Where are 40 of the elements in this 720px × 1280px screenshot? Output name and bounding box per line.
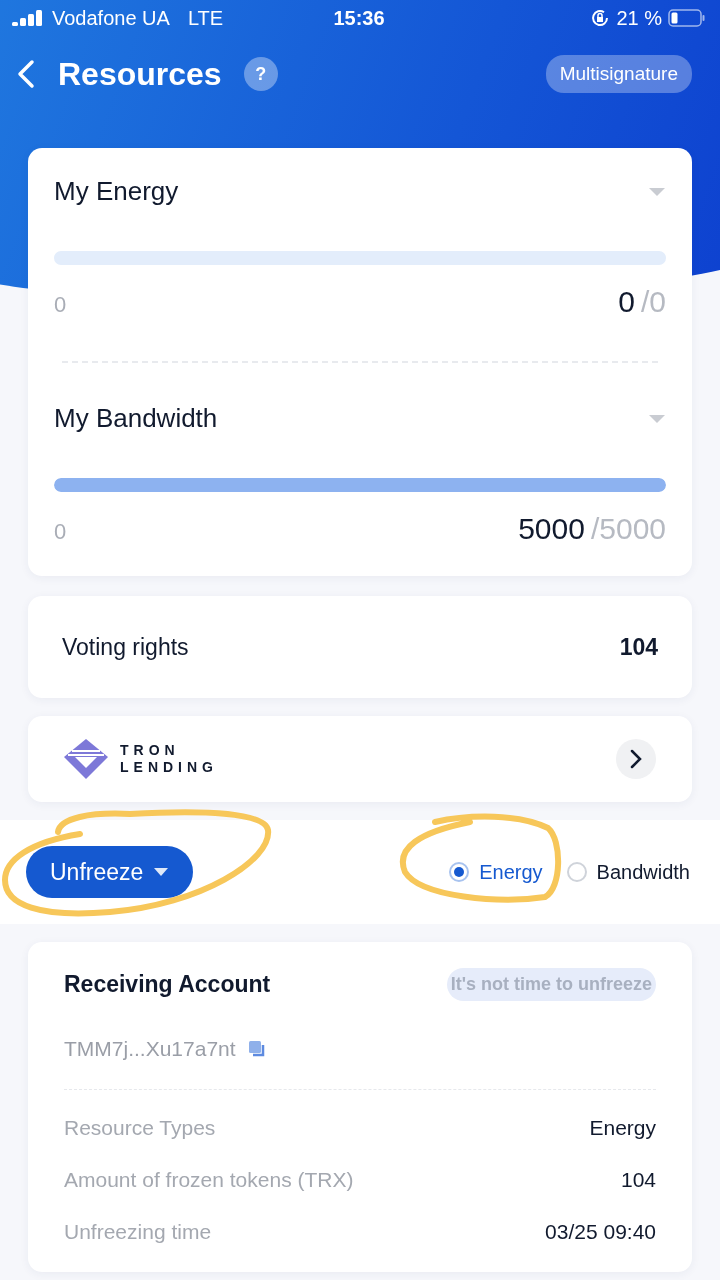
status-tag: It's not time to unfreeze [446, 968, 656, 1001]
clock-time: 15:36 [332, 6, 386, 30]
detail-label: Amount of frozen tokens (TRX) [64, 1168, 354, 1192]
next-button[interactable] [616, 739, 656, 779]
voting-label: Voting rights [62, 633, 189, 661]
total-value: /0 [640, 285, 666, 318]
record-title: Receiving Account [64, 971, 271, 998]
page-title: Resources [58, 55, 222, 93]
resource-title: My Bandwidth [54, 403, 218, 434]
account-address: TMM7j...Xu17a7nt [64, 1037, 236, 1061]
network-type: LTE [187, 6, 224, 30]
resource-radio[interactable]: Bandwidth [566, 860, 690, 884]
detail-value: 03/25 09:40 [545, 1220, 656, 1244]
rotation-lock-icon [590, 8, 611, 28]
logo-text: LENDING [120, 759, 218, 776]
minimum-value: 0 [54, 292, 67, 318]
lending-banner[interactable]: TRON LENDING [28, 716, 692, 802]
used-value: 0 [618, 285, 635, 318]
back-icon[interactable] [16, 59, 36, 89]
detail-value: Energy [589, 1116, 656, 1140]
carrier-name: Vodafone UA [52, 6, 170, 30]
total-value: /5000 [590, 512, 666, 545]
resource-title: My Energy [54, 176, 179, 207]
minimum-value: 0 [54, 519, 67, 545]
copy-icon[interactable] [247, 1040, 266, 1058]
multisignature-button[interactable]: Multisignature [545, 55, 692, 93]
chevron-right-icon [630, 749, 642, 769]
caret-icon [153, 867, 170, 877]
voting-value: 104 [619, 633, 658, 661]
used-value: 5000 [518, 512, 585, 545]
detail-value: 104 [620, 1168, 656, 1192]
resource-radio[interactable]: Energy [449, 860, 543, 884]
logo-text: TRON [120, 742, 181, 759]
signal-icon [12, 10, 44, 26]
diamond-logo-icon [62, 737, 110, 781]
detail-label: Unfreezing time [64, 1220, 212, 1244]
battery-icon [668, 9, 706, 27]
battery-percent: 21 % [616, 6, 662, 30]
unfreeze-button[interactable]: Unfreeze [26, 846, 194, 898]
detail-label: Resource Types [64, 1116, 216, 1140]
